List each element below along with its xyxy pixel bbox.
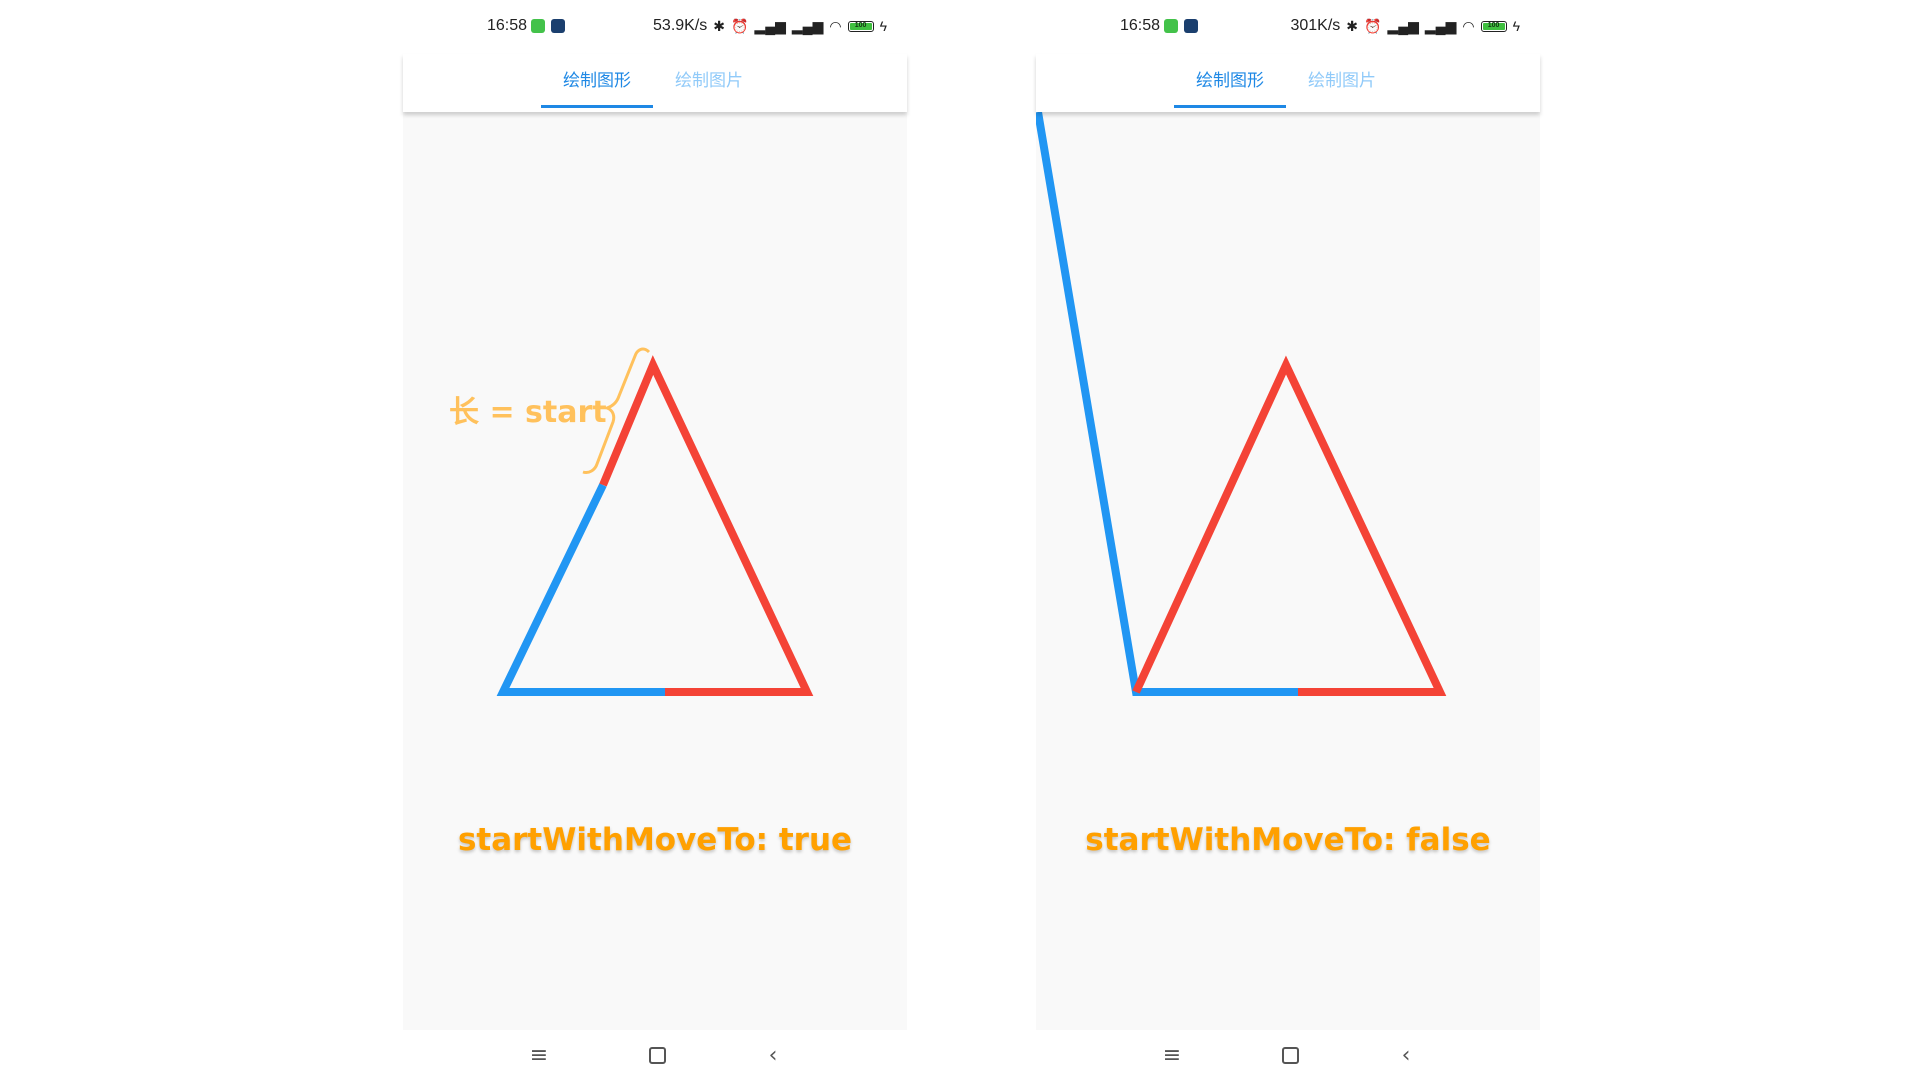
path-drawing	[1036, 112, 1447, 696]
phone-screen-right: 16:58 301K/s ✱ ⏰ ▂▄▆ ▂▄▆ ◠ 100 ϟ 绘制图形 绘制…	[1036, 0, 1540, 1080]
comparison-stage: 16:58 53.9K/s ✱ ⏰ ▂▄▆ ▂▄▆ ◠ 100 ϟ 绘制图形 绘…	[0, 0, 1920, 1080]
app-icon-blue	[1184, 19, 1198, 33]
alarm-icon: ⏰	[731, 18, 749, 34]
tab-bar: 绘制图形 绘制图片	[403, 54, 907, 112]
status-right-group: 301K/s ✱ ⏰ ▂▄▆ ▂▄▆ ◠ 100 ϟ	[1290, 17, 1520, 35]
menu-icon[interactable]: ≡	[521, 1040, 557, 1070]
caption-label: startWithMoveTo: false	[1085, 822, 1491, 858]
bluetooth-icon: ✱	[713, 18, 726, 34]
tab-draw-shape[interactable]: 绘制图形	[541, 66, 653, 91]
home-square-icon	[648, 1046, 666, 1064]
back-icon[interactable]: ‹	[755, 1040, 791, 1070]
app-icon-green	[531, 19, 545, 33]
tab-bar: 绘制图形 绘制图片	[1036, 54, 1540, 112]
path-red-segment	[1132, 355, 1447, 696]
tab-draw-image[interactable]: 绘制图片	[1286, 66, 1398, 91]
tab-indicator	[541, 105, 653, 108]
caption-label: startWithMoveTo: true	[457, 822, 853, 858]
home-square-icon	[1281, 1046, 1299, 1064]
tab-draw-shape[interactable]: 绘制图形	[1174, 66, 1286, 91]
battery-icon: 100	[847, 20, 874, 32]
battery-level: 100	[1482, 22, 1505, 30]
charging-icon: ϟ	[1512, 18, 1520, 34]
back-icon[interactable]: ‹	[1388, 1040, 1424, 1070]
home-icon[interactable]	[639, 1040, 675, 1070]
path-drawing	[496, 347, 814, 696]
network-speed: 301K/s	[1290, 17, 1341, 34]
signal-hd-icon: ▂▄▆	[1387, 18, 1419, 34]
signal-hd-icon: ▂▄▆	[754, 18, 786, 34]
path-blue-segment	[496, 483, 665, 696]
navigation-bar: ≡ ‹	[1036, 1030, 1540, 1080]
path-red-segment	[599, 355, 814, 696]
wifi-icon: ◠	[829, 18, 842, 34]
drawing-canvas: startWithMoveTo: false	[1036, 112, 1540, 1030]
app-icon-green	[1164, 19, 1178, 33]
navigation-bar: ≡ ‹	[403, 1030, 907, 1080]
tab-draw-image[interactable]: 绘制图片	[653, 66, 765, 91]
signal-hd-icon: ▂▄▆	[791, 18, 824, 34]
battery-level: 100	[849, 22, 872, 30]
status-app-icons	[1164, 19, 1198, 33]
drawing-canvas: 长 = start startWithMoveTo: true	[403, 112, 907, 1030]
wifi-icon: ◠	[1462, 18, 1475, 34]
status-bar: 16:58 301K/s ✱ ⏰ ▂▄▆ ▂▄▆ ◠ 100 ϟ	[1036, 0, 1540, 54]
app-icon-blue	[551, 19, 565, 33]
path-blue-segment	[1036, 112, 1298, 696]
length-annotation: 长 = start	[449, 395, 607, 430]
home-icon[interactable]	[1272, 1040, 1308, 1070]
status-bar: 16:58 53.9K/s ✱ ⏰ ▂▄▆ ▂▄▆ ◠ 100 ϟ	[403, 0, 907, 54]
battery-icon: 100	[1480, 20, 1507, 32]
network-speed: 53.9K/s	[653, 17, 708, 34]
alarm-icon: ⏰	[1364, 18, 1382, 34]
menu-icon[interactable]: ≡	[1154, 1040, 1190, 1070]
status-time: 16:58	[487, 17, 528, 34]
charging-icon: ϟ	[879, 18, 887, 34]
phone-screen-left: 16:58 53.9K/s ✱ ⏰ ▂▄▆ ▂▄▆ ◠ 100 ϟ 绘制图形 绘…	[403, 0, 907, 1080]
status-right-group: 53.9K/s ✱ ⏰ ▂▄▆ ▂▄▆ ◠ 100 ϟ	[653, 17, 887, 35]
tab-indicator	[1174, 105, 1286, 108]
status-app-icons	[531, 19, 565, 33]
bluetooth-icon: ✱	[1346, 18, 1359, 34]
status-time: 16:58	[1120, 17, 1161, 34]
signal-hd-icon: ▂▄▆	[1424, 18, 1457, 34]
